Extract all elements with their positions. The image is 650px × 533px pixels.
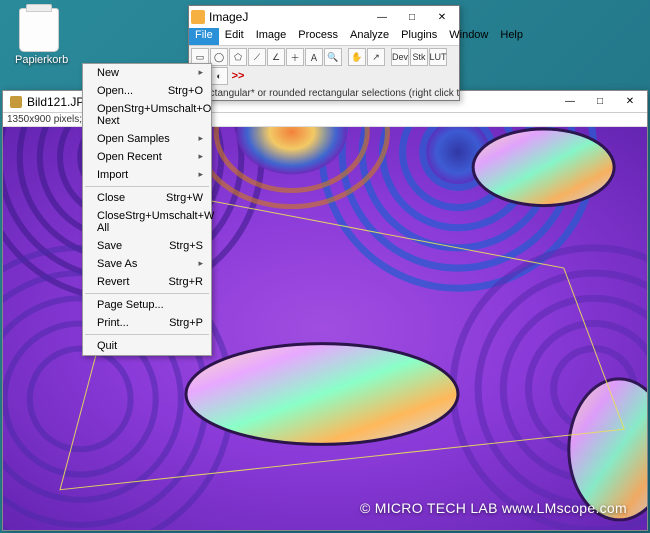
image-window-icon [10, 96, 22, 108]
file-menu-revert[interactable]: Revert Strg+R [83, 273, 211, 291]
file-menu-close-all[interactable]: Close AllStrg+Umschalt+W [83, 207, 211, 237]
file-menu-open-next[interactable]: Open NextStrg+Umschalt+O [83, 100, 211, 130]
imagej-min-button[interactable]: — [367, 7, 397, 27]
file-menu-save[interactable]: Save Strg+S [83, 237, 211, 255]
menu-separator [85, 293, 209, 294]
menu-image[interactable]: Image [250, 28, 293, 45]
file-menu-label: Print... [97, 317, 129, 329]
file-menu-quit[interactable]: Quit [83, 337, 211, 355]
imagej-titlebar[interactable]: ImageJ — □ ✕ [189, 6, 459, 28]
file-menu-page-setup-[interactable]: Page Setup... [83, 296, 211, 314]
file-menu-label: Open Samples [97, 133, 170, 145]
tool-4[interactable]: ∠ [267, 48, 285, 66]
menu-help[interactable]: Help [494, 28, 529, 45]
recycle-bin-icon [19, 8, 59, 52]
file-menu-shortcut: Strg+R [168, 276, 203, 288]
tool-11[interactable]: Stk [410, 48, 428, 66]
tool-3[interactable]: ⟋ [248, 48, 266, 66]
file-menu-shortcut: Strg+S [169, 240, 203, 252]
imagej-window[interactable]: ImageJ — □ ✕ FileEditImageProcessAnalyze… [188, 5, 460, 101]
image-close-button[interactable]: ✕ [615, 92, 645, 112]
file-menu-save-as[interactable]: Save As ▸ [83, 255, 211, 273]
watermark-text: © MICRO TECH LAB www.LMscope.com [360, 500, 627, 516]
file-menu-label: New [97, 67, 119, 79]
tool-8[interactable]: ✋ [348, 48, 366, 66]
imagej-title: ImageJ [209, 10, 367, 24]
tool-12[interactable]: LUT [429, 48, 447, 66]
tool-9[interactable]: ↗ [367, 48, 385, 66]
file-menu-label: Save [97, 240, 122, 252]
menu-separator [85, 186, 209, 187]
submenu-arrow-icon: ▸ [198, 151, 203, 163]
file-menu-print-[interactable]: Print... Strg+P [83, 314, 211, 332]
imagej-statusbar: *Rectangular* or rounded rectangular sel… [189, 87, 459, 100]
menu-window[interactable]: Window [443, 28, 494, 45]
tool-7[interactable]: 🔍 [324, 48, 342, 66]
imagej-max-button[interactable]: □ [397, 7, 427, 27]
menu-file[interactable]: File [189, 28, 219, 45]
file-menu-open-[interactable]: Open... Strg+O [83, 82, 211, 100]
tool-6[interactable]: Ａ [305, 48, 323, 66]
submenu-arrow-icon: ▸ [198, 169, 203, 181]
submenu-arrow-icon: ▸ [198, 258, 203, 270]
tool-5[interactable]: ＋ [286, 48, 304, 66]
file-menu-label: Quit [97, 340, 117, 352]
file-menu-shortcut: Strg+P [169, 317, 203, 329]
file-menu-open-recent[interactable]: Open Recent ▸ [83, 148, 211, 166]
image-max-button[interactable]: □ [585, 92, 615, 112]
tool-14[interactable]: ◐ [210, 67, 228, 85]
tool-1[interactable]: ◯ [210, 48, 228, 66]
menu-plugins[interactable]: Plugins [395, 28, 443, 45]
tool-more[interactable]: >> [229, 67, 247, 85]
file-menu-label: Save As [97, 258, 137, 270]
file-menu-close[interactable]: Close Strg+W [83, 189, 211, 207]
file-menu-shortcut: Strg+O [168, 85, 203, 97]
file-menu-label: Import [97, 169, 128, 181]
file-menu-label: Page Setup... [97, 299, 164, 311]
image-min-button[interactable]: — [555, 92, 585, 112]
imagej-close-button[interactable]: ✕ [427, 7, 457, 27]
file-menu-open-samples[interactable]: Open Samples ▸ [83, 130, 211, 148]
menu-edit[interactable]: Edit [219, 28, 250, 45]
file-menu-import[interactable]: Import ▸ [83, 166, 211, 184]
tool-10[interactable]: Dev [391, 48, 409, 66]
file-menu-label: Open... [97, 85, 133, 97]
menu-analyze[interactable]: Analyze [344, 28, 395, 45]
file-menu-new[interactable]: New ▸ [83, 64, 211, 82]
file-menu-label: Open Next [97, 103, 124, 127]
file-menu-label: Close All [97, 210, 125, 234]
imagej-menubar[interactable]: FileEditImageProcessAnalyzePluginsWindow… [189, 28, 459, 46]
file-menu-label: Open Recent [97, 151, 162, 163]
imagej-toolbar[interactable]: ▭◯⬠⟋∠＋Ａ🔍✋↗DevStkLUT≡◐>> [189, 46, 459, 87]
tool-2[interactable]: ⬠ [229, 48, 247, 66]
submenu-arrow-icon: ▸ [198, 67, 203, 79]
recycle-bin[interactable]: Papierkorb [15, 8, 63, 66]
recycle-bin-label: Papierkorb [15, 54, 63, 66]
imagej-app-icon [191, 10, 205, 24]
file-menu-shortcut: Strg+Umschalt+O [124, 103, 211, 127]
file-menu-shortcut: Strg+W [166, 192, 203, 204]
file-menu[interactable]: New▸Open...Strg+OOpen NextStrg+Umschalt+… [82, 63, 212, 356]
submenu-arrow-icon: ▸ [198, 133, 203, 145]
file-menu-shortcut: Strg+Umschalt+W [125, 210, 214, 234]
file-menu-label: Close [97, 192, 125, 204]
file-menu-label: Revert [97, 276, 129, 288]
menu-separator [85, 334, 209, 335]
menu-process[interactable]: Process [292, 28, 344, 45]
